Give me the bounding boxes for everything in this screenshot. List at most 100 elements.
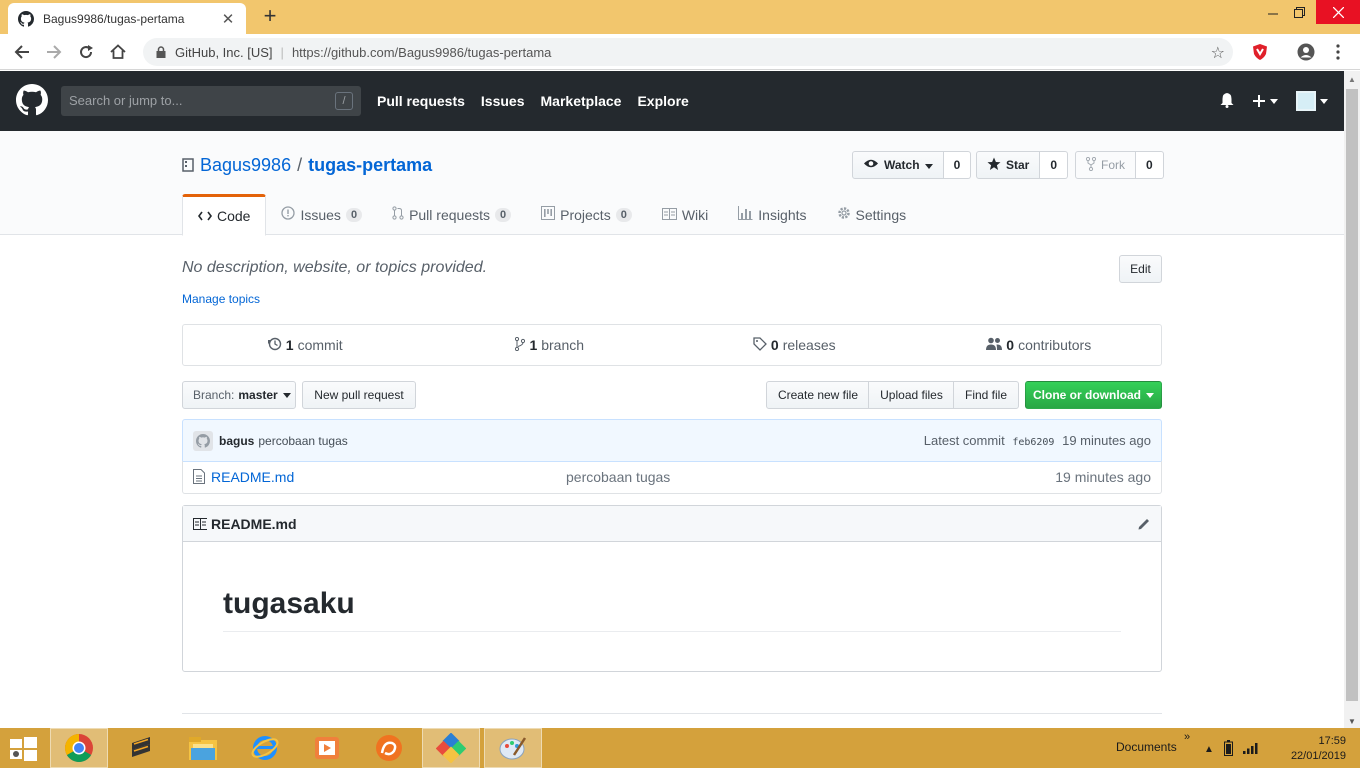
notifications-bell-icon[interactable] [1220,92,1234,111]
taskbar-media-player-icon[interactable] [298,728,356,768]
tab-close-icon[interactable]: ✕ [220,10,236,28]
taskbar-chrome-icon[interactable] [50,728,108,768]
taskbar-file-explorer-icon[interactable] [174,728,232,768]
page-scrollbar[interactable]: ▲ ▼ [1344,71,1360,728]
tab-pull-requests[interactable]: Pull requests 0 [377,194,526,235]
create-new-plus-icon[interactable] [1252,94,1278,108]
tab-code[interactable]: Code [182,194,267,236]
book-icon [193,517,207,530]
browser-toolbar: GitHub, Inc. [US] | https://github.com/B… [0,34,1360,70]
taskbar-sublime-icon[interactable] [112,728,170,768]
numbers-summary: 1 commit 1 branch 0 releases 0 contribut… [182,324,1162,366]
signal-strength-icon[interactable] [1242,742,1259,757]
shield-extension-icon[interactable] [1250,42,1270,62]
commits-link[interactable]: 1 commit [183,325,428,365]
upload-files-button[interactable]: Upload files [868,381,955,409]
browser-tab[interactable]: Bagus9986/tugas-pertama ✕ [8,3,246,34]
tab-issues[interactable]: Issues 0 [266,194,377,235]
fork-button[interactable]: Fork [1075,151,1136,179]
gear-icon [837,206,851,223]
watch-button[interactable]: Watch [852,151,944,179]
tab-projects[interactable]: Projects 0 [526,194,647,235]
star-button[interactable]: Star [976,151,1041,179]
clone-or-download-button[interactable]: Clone or download [1025,381,1162,409]
new-tab-button[interactable]: + [258,4,282,28]
scrollbar-thumb[interactable] [1346,89,1358,701]
tab-insights-label: Insights [758,206,807,223]
manage-topics-link[interactable]: Manage topics [182,292,260,306]
new-pull-request-button[interactable]: New pull request [302,381,416,409]
nav-pull-requests[interactable]: Pull requests [377,93,465,109]
taskbar-clock[interactable]: 17:59 22/01/2019 [1276,734,1346,764]
url-text[interactable]: https://github.com/Bagus9986/tugas-perta… [292,45,551,60]
tab-issues-label: Issues [300,206,341,223]
browser-menu-icon[interactable] [1328,42,1348,62]
contributors-link[interactable]: 0 contributors [917,325,1162,365]
commit-author-avatar[interactable] [193,430,213,451]
watch-count[interactable]: 0 [943,151,972,179]
nav-marketplace[interactable]: Marketplace [541,93,622,109]
documents-toolbar-label[interactable]: Documents [1116,740,1177,754]
show-hidden-icons-icon[interactable]: ▲ [1204,744,1214,755]
create-new-file-button[interactable]: Create new file [766,381,870,409]
file-commit-message[interactable]: percobaan tugas [566,469,670,485]
file-age: 19 minutes ago [1055,469,1151,485]
star-group: Star 0 [976,151,1069,179]
taskbar-paint-icon[interactable] [484,728,542,768]
profile-icon[interactable] [1296,42,1316,62]
contributors-label: contributors [1018,337,1092,353]
commit-message[interactable]: percobaan tugas [258,434,347,448]
branches-link[interactable]: 1 branch [428,325,673,365]
scroll-up-arrow-icon[interactable]: ▲ [1348,75,1356,84]
start-button[interactable] [0,728,46,768]
tab-wiki[interactable]: Wiki [647,194,723,235]
repo-name-link[interactable]: tugas-pertama [308,155,432,176]
fork-count[interactable]: 0 [1136,151,1164,179]
repo-title: Bagus9986 / tugas-pertama [182,155,432,176]
back-arrow-icon[interactable] [10,40,34,64]
commit-sha-link[interactable]: feb6209 [1012,437,1054,448]
tab-settings[interactable]: Settings [822,194,922,235]
latest-commit-bar: bagus percobaan tugas Latest commit feb6… [182,419,1162,462]
find-file-button[interactable]: Find file [953,381,1019,409]
tab-insights[interactable]: Insights [723,194,821,235]
edit-description-button[interactable]: Edit [1119,255,1162,283]
readme-header: README.md [183,506,1161,542]
commits-count: 1 [285,337,294,353]
branches-label: branch [541,337,585,353]
nav-explore[interactable]: Explore [637,93,688,109]
latest-commit-info: Latest commit feb6209 19 minutes ago [924,433,1151,448]
star-count[interactable]: 0 [1040,151,1069,179]
nav-issues[interactable]: Issues [481,93,525,109]
reload-icon[interactable] [74,40,98,64]
repo-owner-link[interactable]: Bagus9986 [200,155,291,176]
tag-icon [753,336,767,354]
home-icon[interactable] [106,40,130,64]
forward-arrow-icon[interactable] [42,40,66,64]
tab-code-label: Code [217,208,251,224]
commit-author[interactable]: bagus [219,434,254,448]
github-logo-icon[interactable] [16,84,48,116]
taskbar-uc-browser-icon[interactable] [360,728,418,768]
latest-commit-label: Latest commit [923,433,1005,448]
branch-select-button[interactable]: Branch: master [182,381,296,409]
taskbar-xampp-icon[interactable] [422,728,480,768]
pencil-icon[interactable] [1137,517,1151,531]
bookmark-star-icon[interactable]: ☆ [1211,43,1225,63]
window-close-button[interactable] [1316,0,1360,24]
caret-down-icon [282,392,291,398]
scroll-down-arrow-icon[interactable]: ▼ [1348,717,1356,726]
watch-group: Watch 0 [852,151,972,179]
battery-icon[interactable] [1223,740,1233,759]
book-icon [661,207,677,223]
window-restore-button[interactable] [1284,0,1314,24]
taskbar-internet-explorer-icon[interactable] [236,728,294,768]
releases-link[interactable]: 0 releases [672,325,917,365]
watch-label: Watch [884,158,920,172]
file-name-link[interactable]: README.md [211,469,566,485]
address-bar[interactable]: GitHub, Inc. [US] | https://github.com/B… [143,38,1233,66]
github-search-input[interactable]: Search or jump to... / [61,86,361,116]
branch-prefix: Branch: [193,388,235,402]
user-menu[interactable] [1296,91,1328,111]
toolbar-expand-chevron-icon[interactable]: » [1184,731,1190,743]
